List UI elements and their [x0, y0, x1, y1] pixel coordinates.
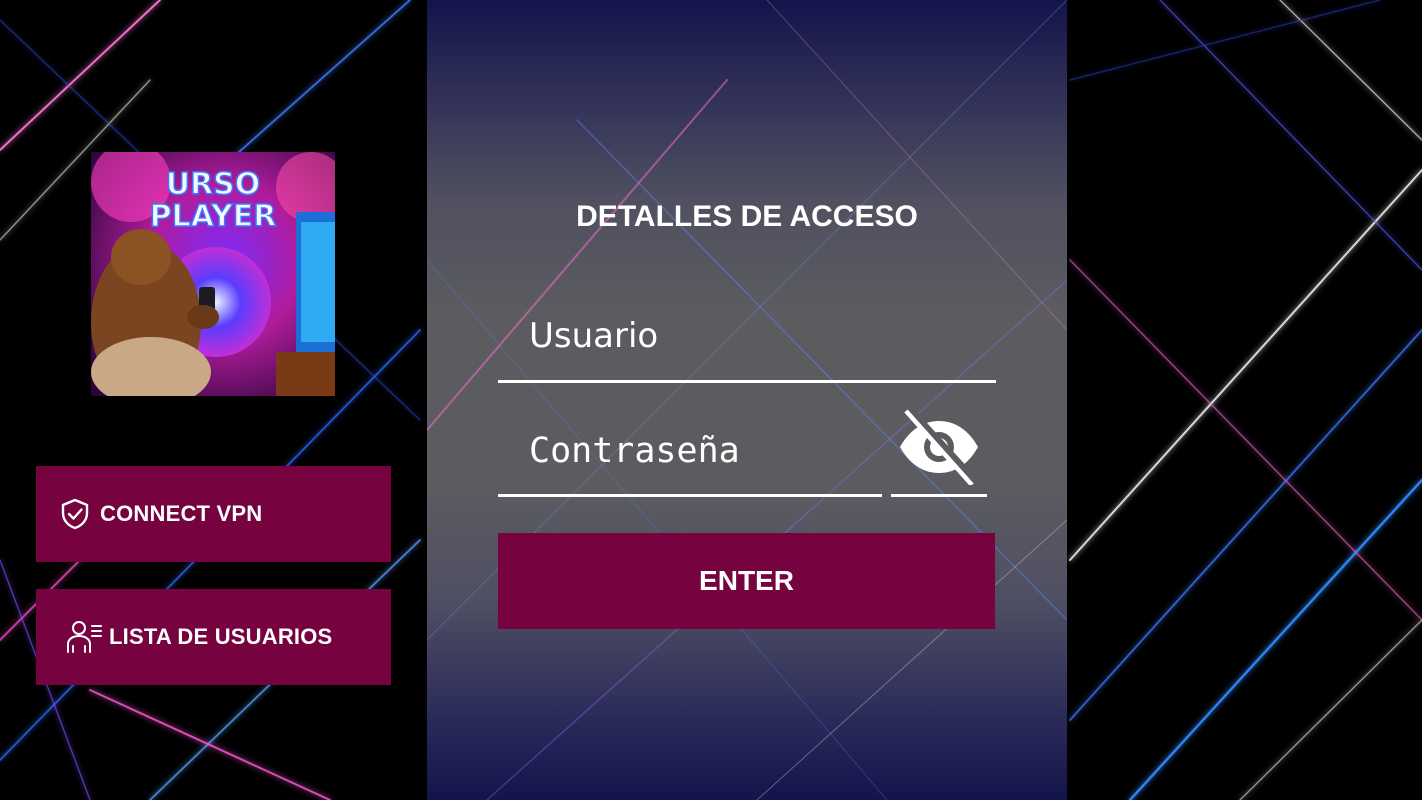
user-list-icon — [64, 617, 104, 657]
logo-line2: PLAYER — [150, 199, 277, 234]
screen: URSO PLAYER CONNECT VPN LISTA DE USUARIO… — [0, 0, 1422, 800]
panel-background-lines — [427, 0, 1067, 800]
connect-vpn-label: CONNECT VPN — [100, 501, 263, 526]
login-panel: DETALLES DE ACCESO Usuario Contraseña EN… — [427, 0, 1067, 800]
app-logo: URSO PLAYER — [91, 152, 335, 396]
eye-off-icon — [896, 405, 982, 490]
connect-vpn-button[interactable]: CONNECT VPN — [36, 466, 391, 562]
enter-button[interactable]: ENTER — [498, 533, 995, 629]
username-placeholder: Usuario — [529, 316, 659, 356]
login-title: DETALLES DE ACCESO — [576, 200, 918, 233]
shield-check-icon — [58, 497, 92, 531]
password-placeholder: Contraseña — [529, 431, 740, 471]
password-field[interactable]: Contraseña — [498, 424, 882, 497]
username-field[interactable]: Usuario — [498, 310, 996, 383]
logo-line1: URSO — [166, 167, 261, 202]
user-list-button[interactable]: LISTA DE USUARIOS — [36, 589, 391, 685]
password-visibility-toggle[interactable] — [891, 405, 987, 497]
user-list-label: LISTA DE USUARIOS — [109, 624, 333, 649]
